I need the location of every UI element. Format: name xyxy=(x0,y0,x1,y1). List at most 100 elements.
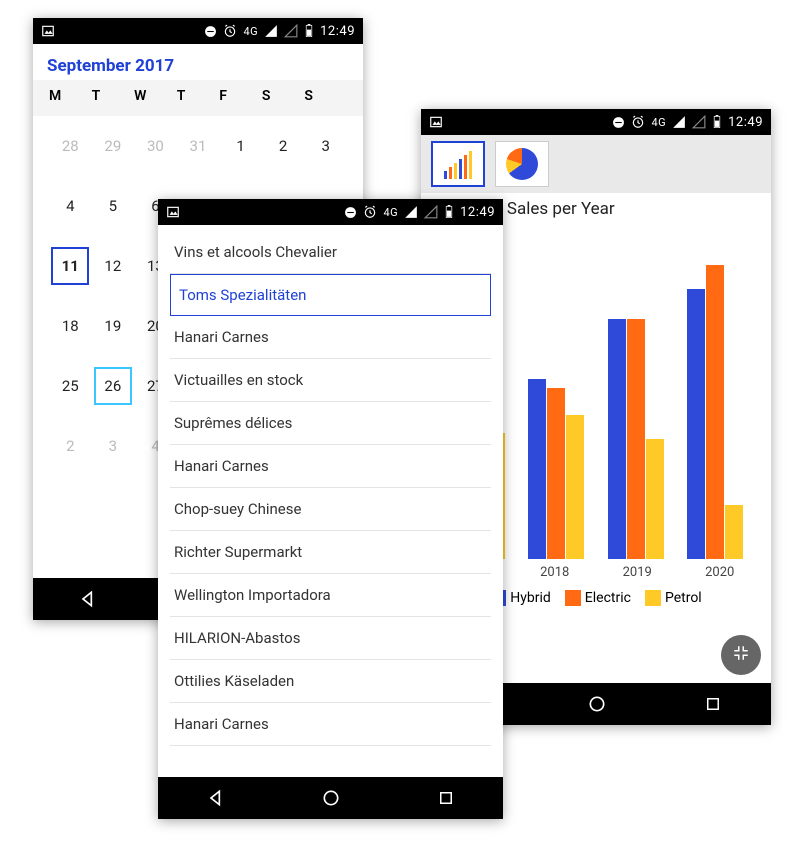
list-device: 4G 12:49 Vins et alcools ChevalierToms S… xyxy=(158,199,503,819)
list-item[interactable]: Hanari Carnes xyxy=(170,316,491,359)
list-item[interactable]: Victuailles en stock xyxy=(170,359,491,402)
list-body[interactable]: Vins et alcools ChevalierToms Spezialitä… xyxy=(158,225,503,777)
do-not-disturb-icon xyxy=(344,206,357,219)
do-not-disturb-icon xyxy=(204,25,217,38)
calendar-day-number: 18 xyxy=(51,307,89,345)
chart-bar[interactable] xyxy=(608,319,626,559)
chart-bar[interactable] xyxy=(725,505,743,559)
swatch-icon xyxy=(645,590,661,606)
chart-bar[interactable] xyxy=(627,319,645,559)
chart-bar[interactable] xyxy=(687,289,705,559)
x-tick-label: 2018 xyxy=(540,565,569,580)
calendar-day[interactable]: 3 xyxy=(92,416,135,476)
dow-label: T xyxy=(92,80,135,116)
x-tick-label: 2020 xyxy=(705,565,734,580)
legend-label: Petrol xyxy=(665,590,702,606)
dow-label: F xyxy=(219,80,262,116)
chart-bar[interactable] xyxy=(547,388,565,559)
calendar-day-number: 19 xyxy=(94,307,132,345)
calendar-day-number: 4 xyxy=(51,187,89,225)
alarm-icon xyxy=(363,205,377,219)
chart-bar[interactable] xyxy=(566,415,584,559)
calendar-day[interactable]: 3 xyxy=(304,116,347,176)
list-item[interactable]: Chop-suey Chinese xyxy=(170,488,491,531)
status-bar: 4G 12:49 xyxy=(158,199,503,225)
chart-bar[interactable] xyxy=(706,265,724,559)
nav-back-icon[interactable] xyxy=(78,589,98,609)
chart-year-group xyxy=(528,379,584,559)
network-label: 4G xyxy=(651,116,666,129)
fullscreen-button[interactable] xyxy=(721,635,761,675)
battery-icon xyxy=(444,205,454,219)
calendar-day[interactable]: 30 xyxy=(134,116,177,176)
calendar-header[interactable]: September 2017 xyxy=(33,44,363,80)
dow-label: W xyxy=(134,80,177,116)
chart-bar[interactable] xyxy=(646,439,664,559)
calendar-day-number: 1 xyxy=(222,127,260,165)
network-label: 4G xyxy=(383,206,398,219)
calendar-day-number: 3 xyxy=(94,427,132,465)
list-item[interactable]: Suprêmes délices xyxy=(170,402,491,445)
legend-label: Electric xyxy=(585,590,631,606)
nav-recent-icon[interactable] xyxy=(437,789,455,807)
calendar-day[interactable]: 25 xyxy=(49,356,92,416)
calendar-day[interactable]: 28 xyxy=(49,116,92,176)
nav-back-icon[interactable] xyxy=(206,788,226,808)
chart-bar[interactable] xyxy=(528,379,546,559)
calendar-day-number: 11 xyxy=(51,247,89,285)
calendar-day[interactable]: 31 xyxy=(177,116,220,176)
calendar-day[interactable]: 5 xyxy=(92,176,135,236)
calendar-day[interactable]: 29 xyxy=(92,116,135,176)
signal-icon xyxy=(404,205,418,219)
calendar-day[interactable]: 19 xyxy=(92,296,135,356)
calendar-day[interactable]: 4 xyxy=(49,176,92,236)
list-item[interactable]: Toms Spezialitäten xyxy=(170,274,491,316)
calendar-day-number: 28 xyxy=(51,127,89,165)
list-item[interactable]: Wellington Importadora xyxy=(170,574,491,617)
list-item[interactable]: Hanari Carnes xyxy=(170,445,491,488)
clock-label: 12:49 xyxy=(460,205,495,220)
nav-home-icon[interactable] xyxy=(587,694,607,714)
swatch-icon xyxy=(565,590,581,606)
list-item[interactable]: Ottilies Käseladen xyxy=(170,660,491,703)
calendar-dow-row: M T W T F S S xyxy=(33,80,363,116)
calendar-day-number: 3 xyxy=(307,127,345,165)
legend-item: Petrol xyxy=(645,590,702,606)
fullscreen-exit-icon xyxy=(732,644,750,666)
calendar-day[interactable]: 26 xyxy=(92,356,135,416)
calendar-day-number: 25 xyxy=(51,367,89,405)
signal-empty-icon xyxy=(424,205,438,219)
calendar-day[interactable]: 18 xyxy=(49,296,92,356)
list-item[interactable]: Richter Supermarkt xyxy=(170,531,491,574)
calendar-day[interactable]: 1 xyxy=(219,116,262,176)
picture-icon xyxy=(166,205,180,219)
list-item[interactable]: HILARION-Abastos xyxy=(170,617,491,660)
calendar-day-number: 29 xyxy=(94,127,132,165)
battery-icon xyxy=(712,115,722,129)
nav-recent-icon[interactable] xyxy=(704,695,722,713)
calendar-day[interactable]: 2 xyxy=(49,416,92,476)
list-item[interactable]: Hanari Carnes xyxy=(170,703,491,746)
thumb-bar-chart[interactable] xyxy=(431,141,485,187)
list-item[interactable]: Vins et alcools Chevalier xyxy=(170,231,491,274)
do-not-disturb-icon xyxy=(612,116,625,129)
signal-icon xyxy=(672,115,686,129)
calendar-day[interactable]: 12 xyxy=(92,236,135,296)
calendar-day-number: 2 xyxy=(51,427,89,465)
dow-label: S xyxy=(262,80,305,116)
dow-label: S xyxy=(304,80,347,116)
thumb-pie-chart[interactable] xyxy=(495,141,549,187)
calendar-day-number: 30 xyxy=(136,127,174,165)
calendar-day[interactable]: 2 xyxy=(262,116,305,176)
alarm-icon xyxy=(631,115,645,129)
dow-label: T xyxy=(177,80,220,116)
clock-label: 12:49 xyxy=(320,24,355,39)
chart-year-group xyxy=(687,265,743,559)
alarm-icon xyxy=(223,24,237,38)
signal-icon xyxy=(264,24,278,38)
calendar-day-number: 31 xyxy=(179,127,217,165)
calendar-day-number: 5 xyxy=(94,187,132,225)
status-bar: 4G 12:49 xyxy=(33,18,363,44)
nav-home-icon[interactable] xyxy=(321,788,341,808)
calendar-day[interactable]: 11 xyxy=(49,236,92,296)
